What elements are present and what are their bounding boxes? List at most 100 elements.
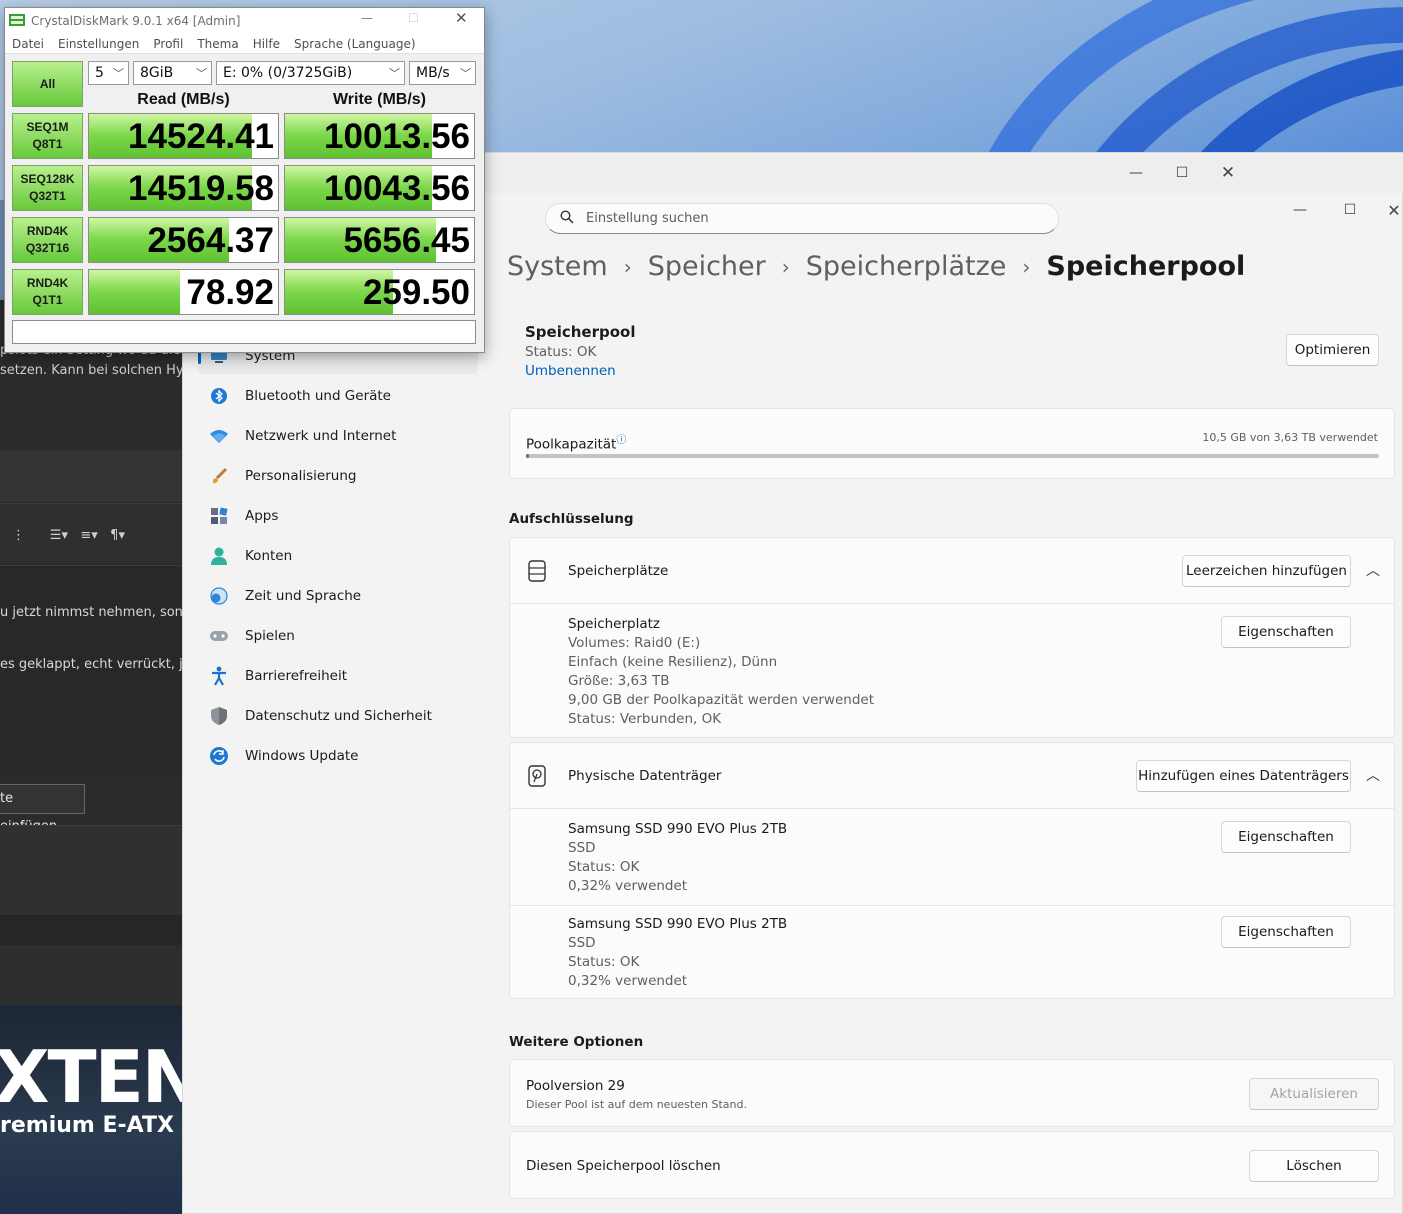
brush-icon bbox=[208, 465, 230, 487]
storage-spaces-header[interactable]: Speicherplätze Leerzeichen hinzufügen ︿ bbox=[510, 538, 1394, 604]
add-space-button[interactable]: Leerzeichen hinzufügen bbox=[1182, 555, 1351, 587]
space-detail: 9,00 GB der Poolkapazität werden verwend… bbox=[568, 692, 874, 708]
storage-spaces-card: Speicherplätze Leerzeichen hinzufügen ︿ … bbox=[509, 537, 1395, 738]
read-result-value: 2564.37 bbox=[147, 221, 274, 260]
breadcrumb-system[interactable]: System bbox=[507, 251, 608, 282]
chevron-up-icon[interactable]: ︿ bbox=[1366, 765, 1380, 785]
space-name: Speicherplatz bbox=[568, 616, 661, 632]
optimize-button[interactable]: Optimieren bbox=[1286, 334, 1379, 366]
maximize-button[interactable]: ☐ bbox=[1159, 153, 1205, 193]
read-result-cell: 14519.58 bbox=[88, 165, 279, 211]
cdm-app-icon bbox=[9, 13, 25, 30]
add-disk-button[interactable]: Hinzufügen eines Datenträgers bbox=[1136, 760, 1351, 792]
sidebar-item-label: Zeit und Sprache bbox=[245, 588, 362, 604]
menu-sprache[interactable]: Sprache (Language) bbox=[294, 37, 416, 51]
physical-disks-header[interactable]: Physische Datenträger Hinzufügen eines D… bbox=[510, 743, 1394, 809]
shield-icon bbox=[208, 705, 230, 727]
test-row-button[interactable]: RND4K Q1T1 bbox=[12, 269, 83, 315]
comment-field[interactable] bbox=[12, 320, 476, 344]
sidebar-item-label: Windows Update bbox=[245, 748, 359, 764]
read-result-cell: 2564.37 bbox=[88, 217, 279, 263]
background-button: te einfügen... bbox=[0, 784, 85, 834]
disk-name: Samsung SSD 990 EVO Plus 2TB bbox=[568, 821, 788, 837]
read-result-value: 78.92 bbox=[186, 273, 274, 312]
close-button[interactable]: ✕ bbox=[1205, 153, 1251, 193]
sidebar-item-label: Spielen bbox=[245, 628, 295, 644]
chevron-down-icon: ﹀ bbox=[196, 67, 207, 80]
disk-type: SSD bbox=[568, 840, 596, 856]
sidebar-item-label: Konten bbox=[245, 548, 293, 564]
info-icon[interactable]: ⓘ bbox=[616, 435, 626, 446]
capacity-bar-fill bbox=[526, 454, 529, 458]
crystaldiskmark-window: CrystalDiskMark 9.0.1 x64 [Admin] — ☐ ✕ … bbox=[4, 7, 485, 353]
sidebar-item-gaming[interactable]: Spielen bbox=[198, 618, 478, 654]
disk-properties-button[interactable]: Eigenschaften bbox=[1221, 821, 1351, 853]
inner-maximize-button[interactable]: ☐ bbox=[1327, 193, 1373, 227]
chevron-up-icon[interactable]: ︿ bbox=[1366, 560, 1380, 580]
space-detail: Volumes: Raid0 (E:) bbox=[568, 635, 701, 651]
write-result-value: 10043.56 bbox=[324, 169, 470, 208]
read-result-value: 14519.58 bbox=[128, 169, 274, 208]
space-properties-button[interactable]: Eigenschaften bbox=[1221, 616, 1351, 648]
breakdown-heading: Aufschlüsselung bbox=[509, 511, 634, 527]
banner-logo-text: XTEN bbox=[0, 1035, 182, 1119]
sidebar-item-label: Apps bbox=[245, 508, 279, 524]
test-row-button[interactable]: SEQ1M Q8T1 bbox=[12, 113, 83, 159]
test-row-button[interactable]: SEQ128K Q32T1 bbox=[12, 165, 83, 211]
banner-subtitle: remium E-ATX P bbox=[0, 1113, 182, 1138]
write-result-value: 259.50 bbox=[362, 273, 470, 312]
delete-pool-button[interactable]: Löschen bbox=[1249, 1150, 1379, 1182]
breadcrumb-speicherplaetze[interactable]: Speicherplätze bbox=[806, 251, 1007, 282]
sidebar-item-accounts[interactable]: Konten bbox=[198, 538, 478, 574]
cdm-close-button[interactable]: ✕ bbox=[455, 9, 468, 27]
test-row-label: SEQ128K bbox=[20, 172, 75, 186]
disk-status: Status: OK bbox=[568, 954, 640, 970]
disk-properties-button[interactable]: Eigenschaften bbox=[1221, 916, 1351, 948]
sidebar-item-bluetooth[interactable]: Bluetooth und Geräte bbox=[198, 378, 478, 414]
inner-close-button[interactable]: ✕ bbox=[1371, 193, 1403, 227]
write-result-cell: 259.50 bbox=[284, 269, 475, 315]
sidebar-item-privacy[interactable]: Datenschutz und Sicherheit bbox=[198, 698, 478, 734]
disk-usage: 0,32% verwendet bbox=[568, 973, 688, 989]
run-all-button[interactable]: All bbox=[12, 61, 83, 107]
write-result-cell: 10013.56 bbox=[284, 113, 475, 159]
menu-hilfe[interactable]: Hilfe bbox=[253, 37, 280, 51]
unit-select[interactable]: MB/s ﹀ bbox=[409, 61, 476, 85]
breadcrumb: System › Speicher › Speicherplätze › Spe… bbox=[507, 251, 1245, 282]
minimize-button[interactable]: — bbox=[1113, 153, 1159, 193]
sidebar-item-time-language[interactable]: Zeit und Sprache bbox=[198, 578, 478, 614]
menu-profil[interactable]: Profil bbox=[153, 37, 183, 51]
write-result-value: 10013.56 bbox=[324, 117, 470, 156]
read-result-value: 14524.41 bbox=[128, 117, 274, 156]
capacity-bar bbox=[526, 454, 1379, 458]
menu-datei[interactable]: Datei bbox=[12, 37, 44, 51]
drive-select[interactable]: E: 0% (0/3725GiB) ﹀ bbox=[216, 61, 405, 85]
physical-disks-title: Physische Datenträger bbox=[568, 768, 722, 784]
sidebar-item-windows-update[interactable]: Windows Update bbox=[198, 738, 478, 774]
sidebar-item-label: Netzwerk und Internet bbox=[245, 428, 397, 444]
rename-link[interactable]: Umbenennen bbox=[525, 363, 616, 379]
chevron-down-icon: ﹀ bbox=[389, 67, 400, 80]
inner-minimize-button[interactable]: — bbox=[1277, 193, 1323, 227]
write-result-cell: 5656.45 bbox=[284, 217, 475, 263]
breadcrumb-speicher[interactable]: Speicher bbox=[648, 251, 766, 282]
menu-thema[interactable]: Thema bbox=[197, 37, 238, 51]
sidebar-item-personalization[interactable]: Personalisierung bbox=[198, 458, 478, 494]
cdm-maximize-button[interactable]: ☐ bbox=[408, 11, 419, 25]
sidebar-item-network[interactable]: Netzwerk und Internet bbox=[198, 418, 478, 454]
sidebar-item-label: Barrierefreiheit bbox=[245, 668, 347, 684]
search-input[interactable]: Einstellung suchen bbox=[545, 203, 1059, 234]
test-count-select[interactable]: 5 ﹀ bbox=[88, 61, 129, 85]
cdm-minimize-button[interactable]: — bbox=[361, 11, 373, 25]
sidebar-item-label: Personalisierung bbox=[245, 468, 357, 484]
test-size-select[interactable]: 8GiB ﹀ bbox=[133, 61, 212, 85]
update-pool-button[interactable]: Aktualisieren bbox=[1249, 1078, 1379, 1110]
menu-einstellungen[interactable]: Einstellungen bbox=[58, 37, 139, 51]
sidebar-item-apps[interactable]: Apps bbox=[198, 498, 478, 534]
write-header: Write (MB/s) bbox=[332, 91, 427, 108]
test-row-queue: Q8T1 bbox=[32, 137, 63, 151]
accessibility-icon bbox=[208, 665, 230, 687]
sidebar-item-accessibility[interactable]: Barrierefreiheit bbox=[198, 658, 478, 694]
test-row-button[interactable]: RND4K Q32T16 bbox=[12, 217, 83, 263]
write-result-value: 5656.45 bbox=[343, 221, 470, 260]
